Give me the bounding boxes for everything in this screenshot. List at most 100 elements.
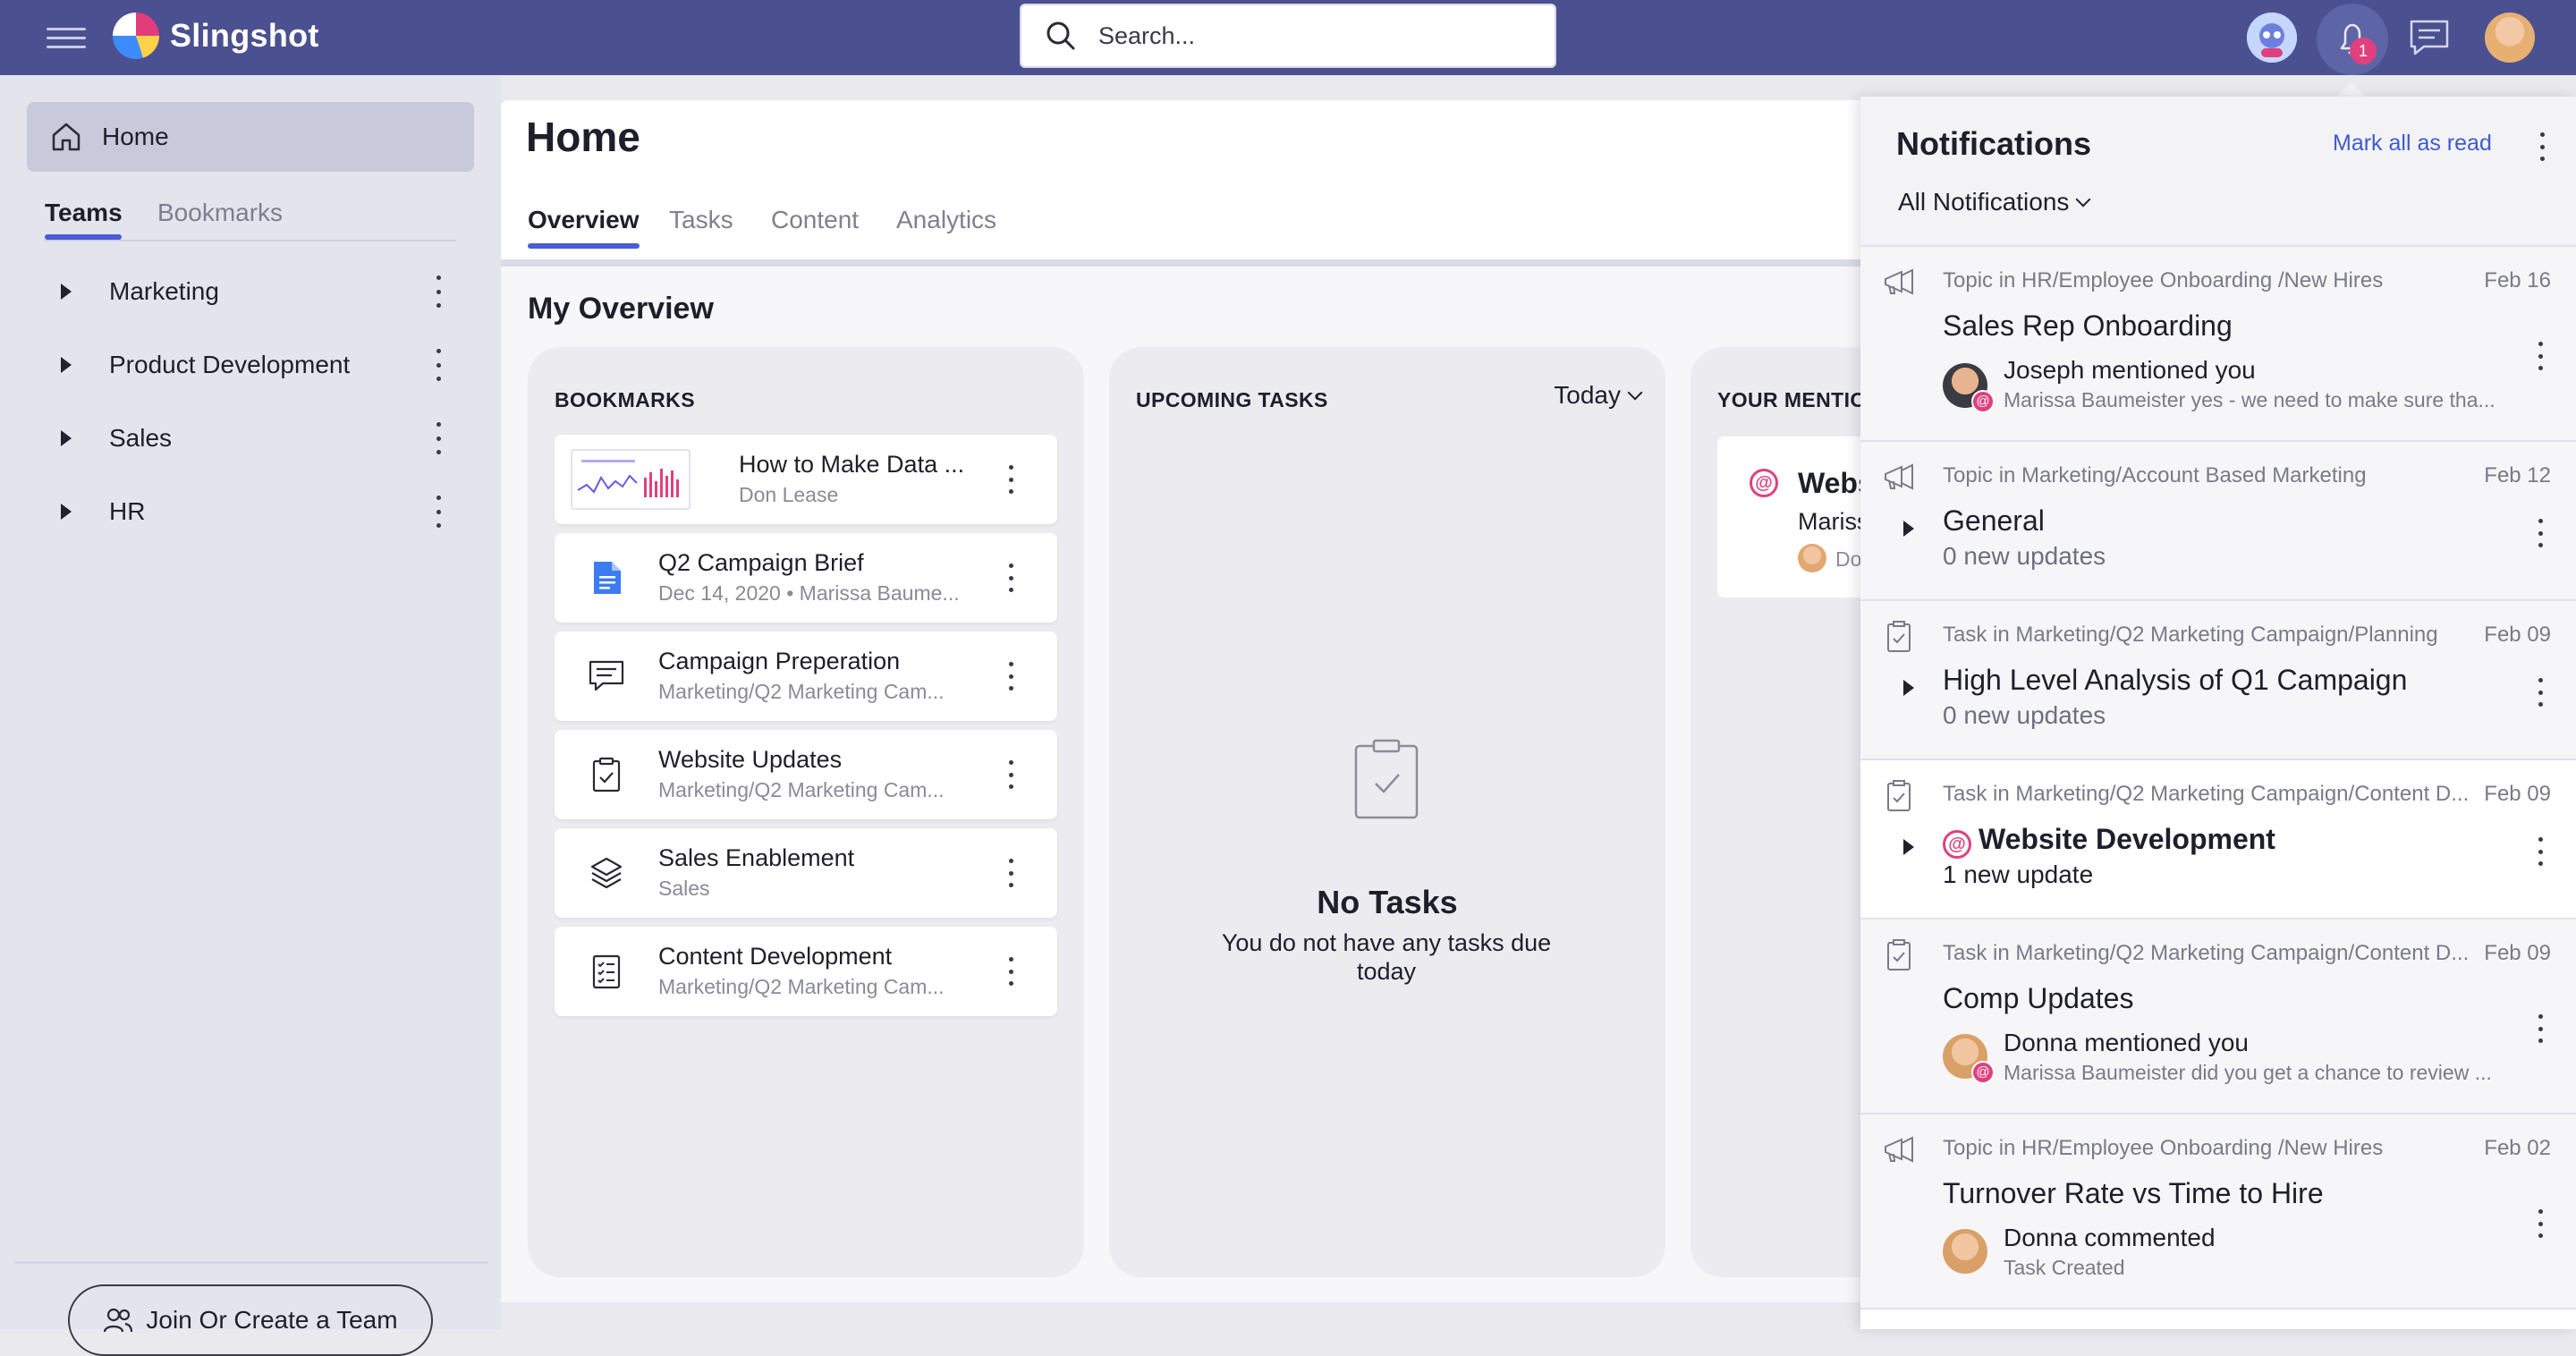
- app-logo[interactable]: Slingshot: [113, 13, 319, 59]
- tab-content[interactable]: Content: [771, 206, 859, 234]
- empty-state-text: You do not have any tasks due today: [1221, 929, 1552, 985]
- bookmark-item[interactable]: Campaign Preperation Marketing/Q2 Market…: [555, 631, 1057, 721]
- notifications-button[interactable]: [2317, 4, 2388, 75]
- more-options-icon[interactable]: [1002, 564, 1020, 592]
- bookmark-item[interactable]: Website Updates Marketing/Q2 Marketing C…: [555, 730, 1057, 819]
- more-options-icon[interactable]: [1002, 859, 1020, 887]
- notification-context: Task in Marketing/Q2 Marketing Campaign/…: [1943, 782, 2470, 806]
- megaphone-icon: [1885, 268, 1913, 295]
- more-options-icon[interactable]: [2531, 678, 2549, 707]
- mark-all-read-link[interactable]: Mark all as read: [2333, 131, 2492, 157]
- tab-analytics[interactable]: Analytics: [896, 206, 996, 234]
- team-label: Product Development: [109, 351, 351, 378]
- expand-icon[interactable]: [1903, 839, 1914, 855]
- bookmark-title: How to Make Data ...: [739, 451, 965, 478]
- task-icon: [1887, 621, 1911, 652]
- expand-icon[interactable]: [1903, 680, 1914, 696]
- join-or-create-team-button[interactable]: Join Or Create a Team: [68, 1284, 433, 1356]
- bookmark-title: Q2 Campaign Brief: [658, 549, 864, 576]
- notification-title: High Level Analysis of Q1 Campaign: [1943, 664, 2408, 696]
- bookmark-item[interactable]: Q2 Campaign Brief Dec 14, 2020 • Marissa…: [555, 533, 1057, 623]
- sidebar-team-sales[interactable]: Sales: [54, 411, 447, 465]
- sidebar-team-marketing[interactable]: Marketing: [54, 265, 447, 318]
- expand-icon[interactable]: [61, 504, 72, 520]
- tab-overview[interactable]: Overview: [528, 206, 640, 249]
- sidebar-team-hr[interactable]: HR: [54, 485, 447, 538]
- more-options-icon[interactable]: [2531, 342, 2549, 370]
- bookmark-item[interactable]: Sales Enablement Sales: [555, 828, 1057, 918]
- search-input[interactable]: Search...: [1020, 4, 1556, 68]
- notification-item[interactable]: Topic in HR/Employee Onboarding /New Hir…: [1860, 1114, 2576, 1309]
- hamburger-menu-icon[interactable]: [47, 21, 86, 54]
- notification-count-badge: 1: [2350, 38, 2377, 64]
- notification-item[interactable]: Topic in HR/Employee Onboarding /New Hir…: [1860, 247, 2576, 442]
- avatar: [1798, 544, 1826, 572]
- notification-title: Website Development: [1979, 823, 2275, 855]
- chevron-down-icon: [2075, 191, 2091, 208]
- mention-icon: @: [1943, 830, 1971, 859]
- more-options-icon[interactable]: [429, 496, 447, 528]
- more-options-icon[interactable]: [1002, 760, 1020, 789]
- notification-date: Feb 09: [2484, 782, 2551, 806]
- more-options-icon[interactable]: [2531, 1209, 2549, 1238]
- sidebar-item-home[interactable]: Home: [27, 102, 474, 172]
- app-name: Slingshot: [170, 17, 319, 54]
- notification-date: Feb 16: [2484, 268, 2551, 292]
- more-options-icon[interactable]: [429, 275, 447, 308]
- overview-panel: My Overview BOOKMARKS How to Make Data .…: [501, 267, 2247, 1302]
- notification-updates: 0 new updates: [1943, 701, 2106, 729]
- overview-title: My Overview: [528, 292, 714, 326]
- more-options-icon[interactable]: [1002, 957, 1020, 986]
- tab-tasks[interactable]: Tasks: [669, 206, 733, 234]
- more-options-icon[interactable]: [1002, 465, 1020, 494]
- assistant-avatar[interactable]: [2247, 13, 2297, 63]
- more-options-icon[interactable]: [2531, 519, 2549, 547]
- more-options-icon[interactable]: [429, 349, 447, 381]
- megaphone-icon: [1885, 463, 1913, 490]
- notification-item[interactable]: Topic in Marketing/Account Based Marketi…: [1860, 442, 2576, 601]
- chat-icon[interactable]: [2408, 18, 2451, 57]
- tab-bookmarks[interactable]: Bookmarks: [157, 199, 283, 227]
- notification-context: Task in Marketing/Q2 Marketing Campaign/…: [1943, 941, 2470, 965]
- widget-heading: BOOKMARKS: [555, 388, 695, 411]
- user-avatar[interactable]: [2485, 13, 2535, 63]
- more-options-icon[interactable]: [2531, 837, 2549, 866]
- chevron-down-icon: [1627, 385, 1643, 401]
- expand-icon[interactable]: [1903, 521, 1914, 537]
- notification-context: Topic in Marketing/Account Based Marketi…: [1943, 463, 2367, 487]
- notification-title: Sales Rep Onboarding: [1943, 309, 2233, 342]
- date-filter-dropdown[interactable]: Today: [1554, 381, 1643, 410]
- expand-icon[interactable]: [61, 430, 72, 446]
- chart-thumbnail-icon: [571, 449, 691, 510]
- notifications-filter-dropdown[interactable]: All Notifications: [1898, 188, 2091, 216]
- header-divider: [501, 259, 2039, 267]
- notification-actor: Joseph mentioned you: [2004, 356, 2256, 384]
- tab-teams[interactable]: Teams: [45, 199, 123, 240]
- notification-item[interactable]: Task in Marketing/Q2 Marketing Campaign/…: [1860, 920, 2576, 1114]
- notifications-panel: Notifications Mark all as read All Notif…: [1860, 97, 2576, 1329]
- more-options-icon[interactable]: [1002, 662, 1020, 691]
- notification-title: Comp Updates: [1943, 982, 2134, 1014]
- filter-label: All Notifications: [1898, 188, 2070, 216]
- mention-badge-icon: @: [1971, 1061, 1995, 1084]
- notification-item[interactable]: Task in Marketing/Q2 Marketing Campaign/…: [1860, 760, 2576, 920]
- bookmark-subtitle: Marketing/Q2 Marketing Cam...: [658, 975, 945, 998]
- divider: [14, 1261, 488, 1264]
- bookmark-item[interactable]: Content Development Marketing/Q2 Marketi…: [555, 927, 1057, 1016]
- sidebar-team-product-development[interactable]: Product Development: [54, 338, 447, 392]
- expand-icon[interactable]: [61, 357, 72, 373]
- bookmark-subtitle: Marketing/Q2 Marketing Cam...: [658, 680, 945, 703]
- upcoming-tasks-widget: UPCOMING TASKS Today No Tasks You do not…: [1109, 347, 1665, 1277]
- more-options-icon[interactable]: [2531, 1014, 2549, 1043]
- notification-date: Feb 09: [2484, 623, 2551, 647]
- empty-tasks-icon: [1354, 739, 1419, 819]
- more-options-icon[interactable]: [2533, 132, 2551, 161]
- notification-item[interactable]: Task in Marketing/Q2 Marketing Campaign/…: [1860, 601, 2576, 760]
- bookmark-title: Website Updates: [658, 746, 843, 773]
- bookmark-item[interactable]: How to Make Data ... Don Lease: [555, 435, 1057, 524]
- notification-actor: Donna mentioned you: [2004, 1029, 2249, 1056]
- bookmark-subtitle: Sales: [658, 877, 710, 900]
- notification-snippet: Marissa Baumeister yes - we need to make…: [2004, 388, 2496, 411]
- expand-icon[interactable]: [61, 284, 72, 300]
- more-options-icon[interactable]: [429, 422, 447, 454]
